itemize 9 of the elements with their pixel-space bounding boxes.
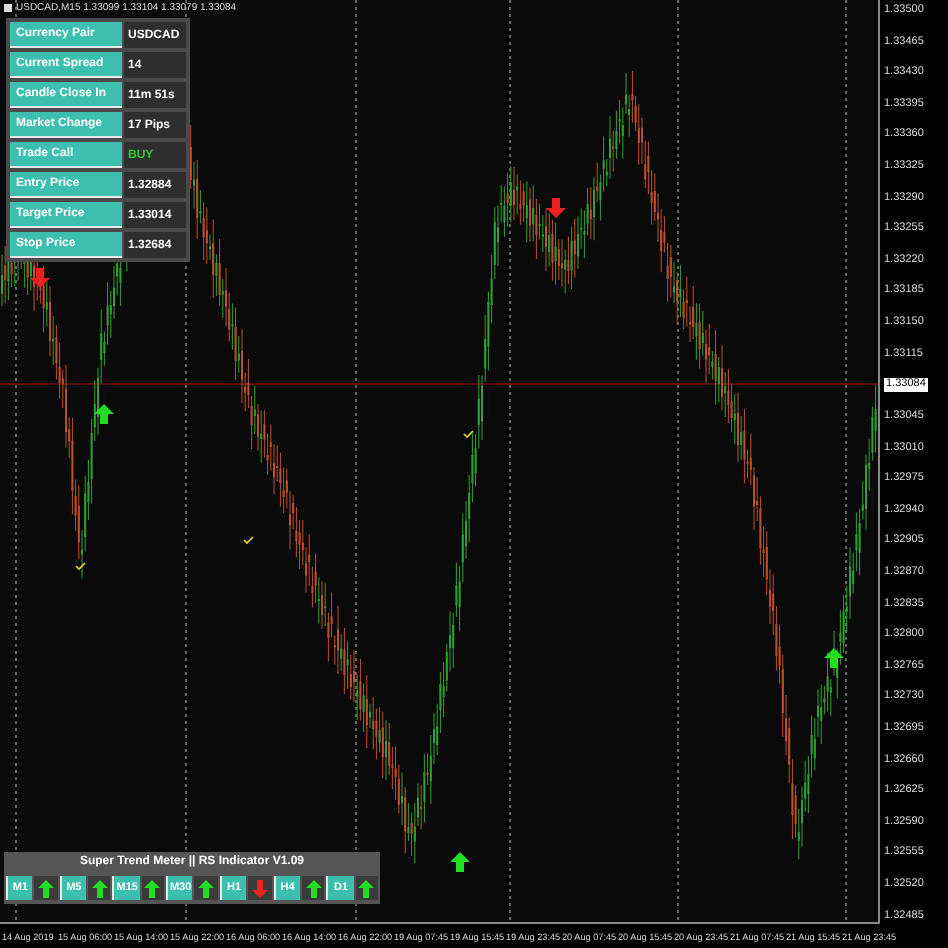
check-icon bbox=[243, 536, 254, 545]
chart-mark-icon bbox=[4, 4, 12, 12]
up-arrow-icon bbox=[94, 404, 114, 424]
down-arrow-icon bbox=[30, 268, 50, 288]
check-icon bbox=[463, 430, 474, 439]
up-arrow-icon bbox=[824, 648, 844, 668]
up-arrow-icon bbox=[450, 852, 470, 872]
check-icon bbox=[75, 562, 86, 571]
down-arrow-icon bbox=[546, 198, 566, 218]
